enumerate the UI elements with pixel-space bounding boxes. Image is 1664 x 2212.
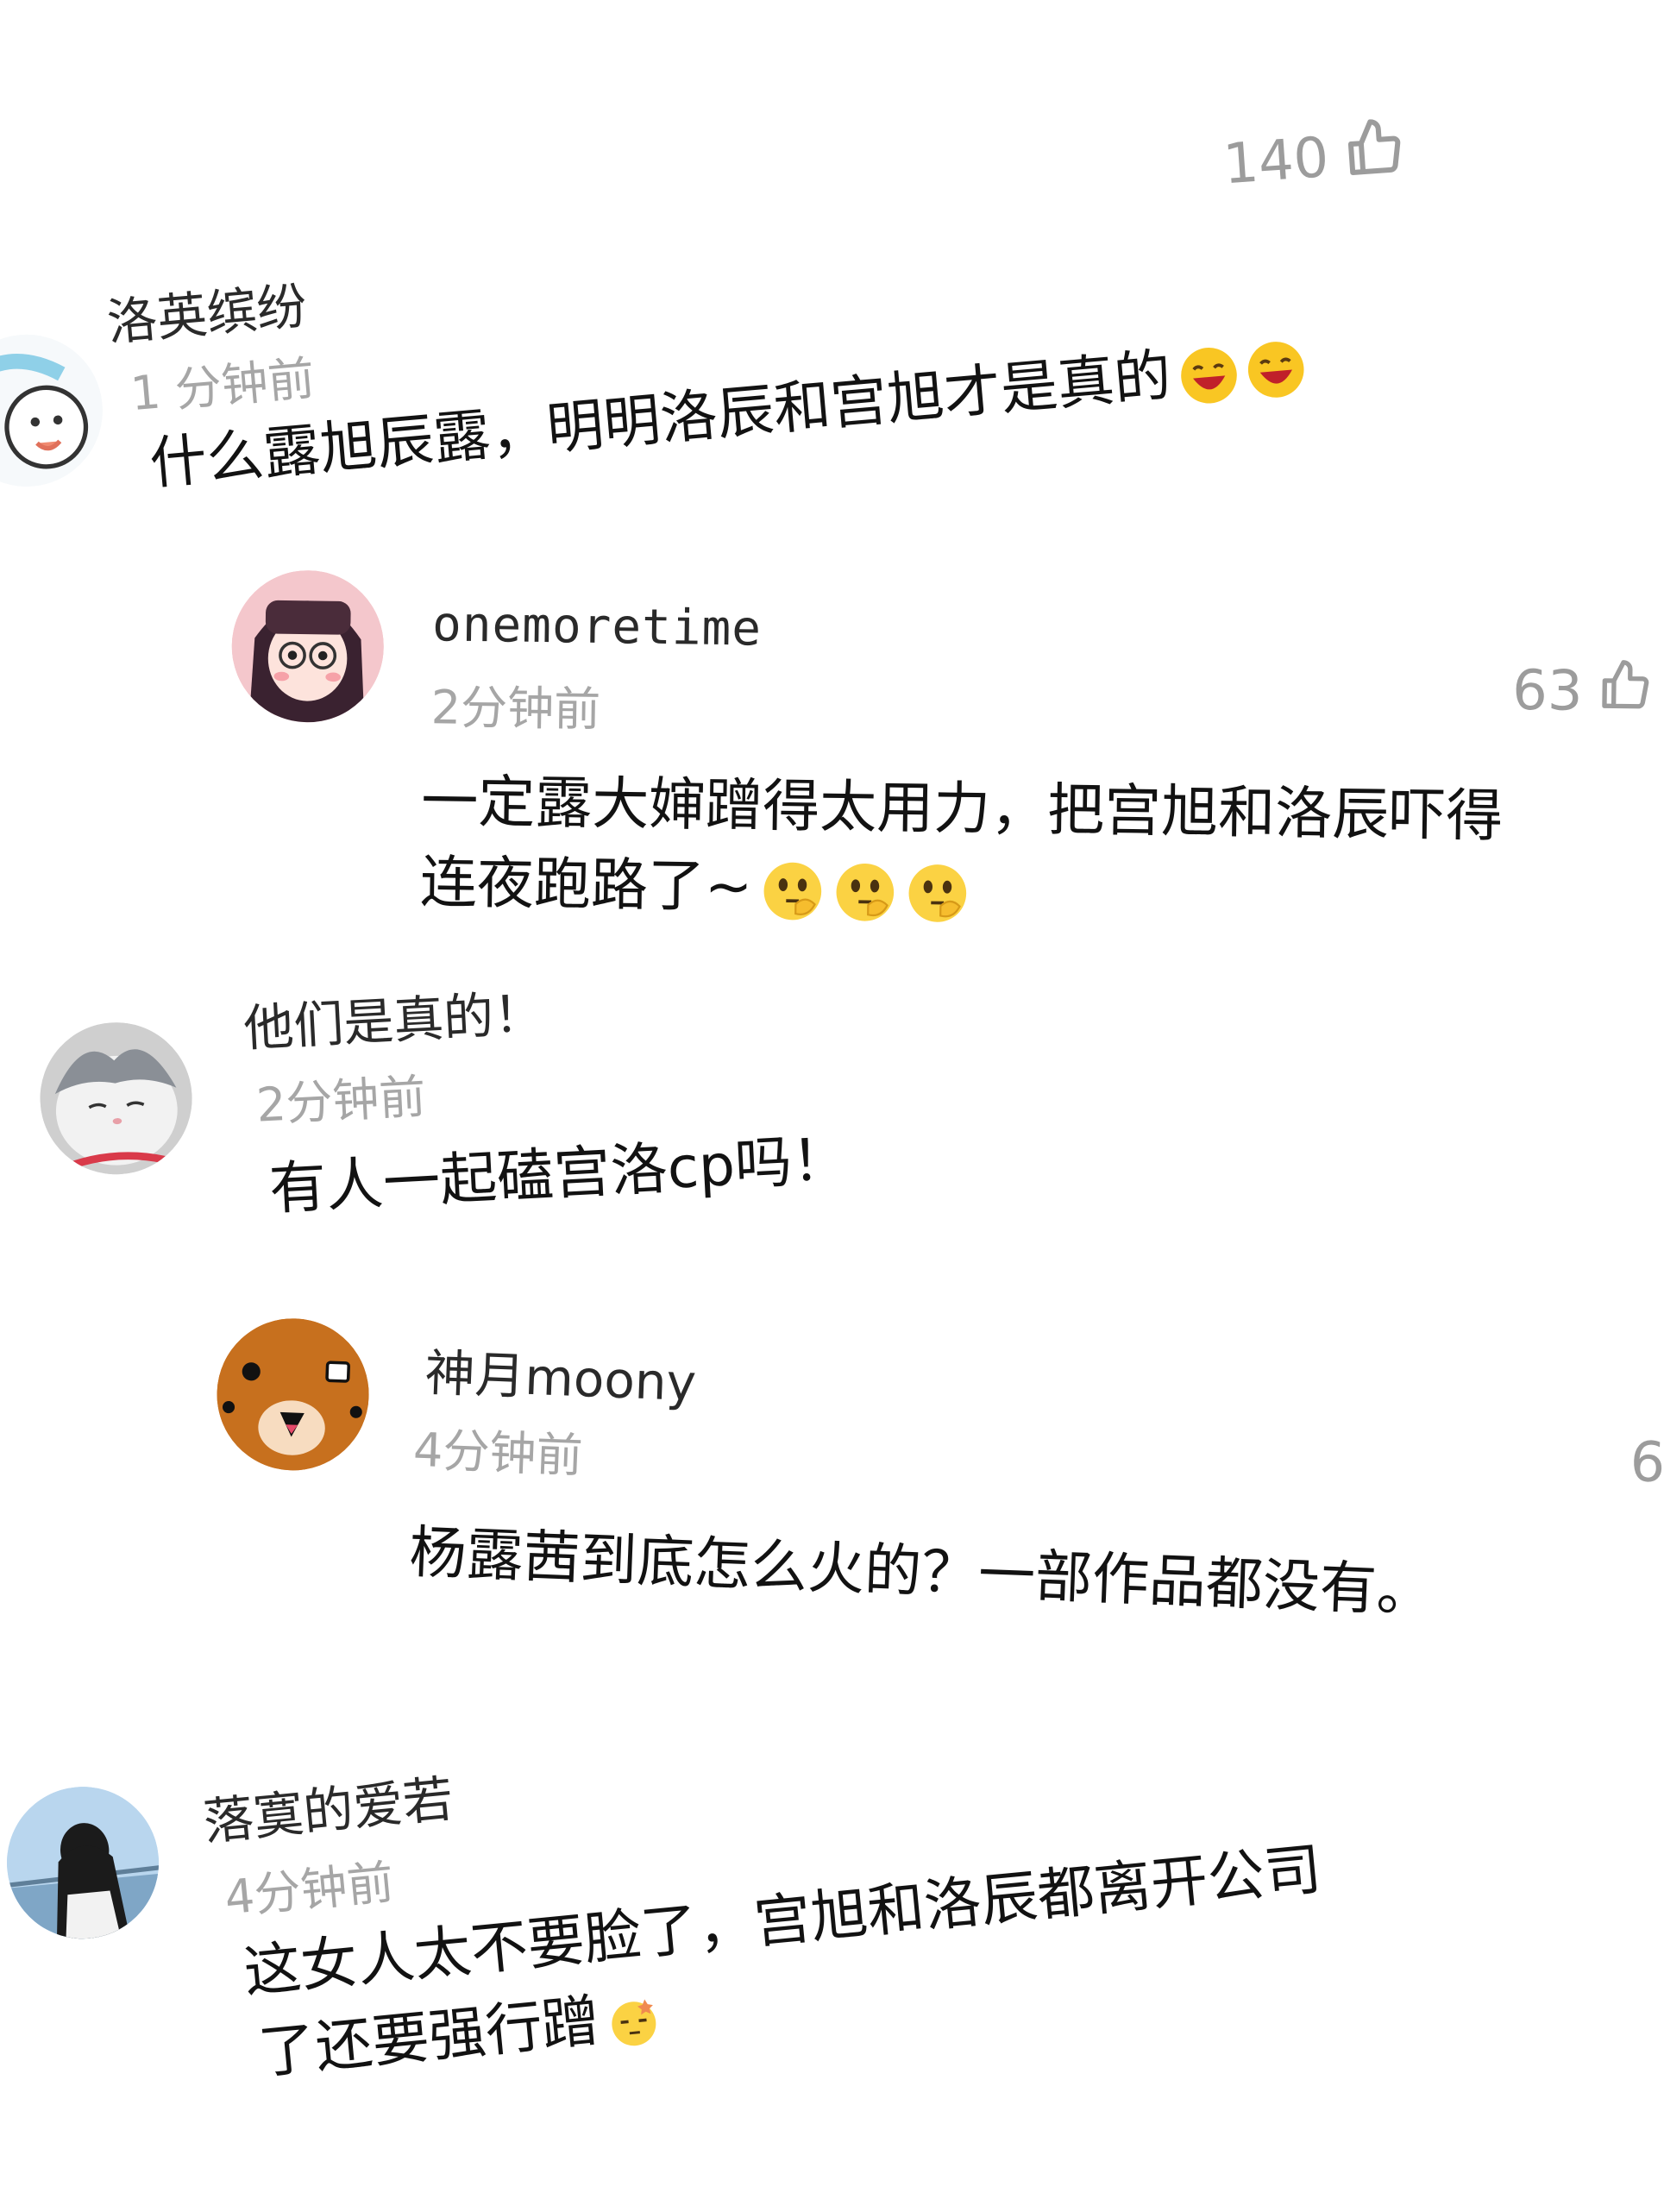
thinking-emoji-icon <box>833 860 898 925</box>
comment-text: 杨露茜到底怎么火的？一部作品都没有。 <box>408 1518 1435 1625</box>
comment-like-counter[interactable]: 63 <box>1512 657 1655 727</box>
comment-username[interactable]: 洛英缤纷 <box>104 265 309 355</box>
comment-timestamp: 4分钟前 <box>222 1854 397 1926</box>
dizzy-emoji-icon <box>606 1993 662 2049</box>
comment-card: 洛英缤纷 1 分钟前 什么露旭辰露，明明洛辰和宫旭才是真的 <box>0 140 1664 577</box>
comment-timestamp: 2分钟前 <box>430 680 601 737</box>
comment-username[interactable]: onemoretime <box>432 596 763 657</box>
avatar[interactable] <box>36 1018 197 1178</box>
thinking-emoji-icon <box>761 859 826 924</box>
comment-text-line: 连夜跑路了~ <box>419 841 970 932</box>
comment-timestamp: 4分钟前 <box>411 1422 584 1484</box>
laughing-emoji-icon <box>1177 343 1241 407</box>
avatar[interactable] <box>230 569 385 724</box>
avatar[interactable] <box>0 328 110 493</box>
comment-text: 有人一起磕宫洛cp吗！ <box>267 1125 851 1223</box>
comment-timestamp: 2分钟前 <box>254 1069 427 1133</box>
like-count: 6 <box>1629 1430 1664 1496</box>
avatar[interactable] <box>214 1316 372 1474</box>
comment-username[interactable]: 他们是真的！ <box>242 972 545 1060</box>
comment-like-counter[interactable]: 6 <box>1629 1430 1664 1496</box>
comment-text: 什么露旭辰露，明明洛辰和宫旭才是真的 <box>147 323 1309 506</box>
comment-username[interactable]: 落寞的爱若 <box>200 1758 456 1854</box>
comment-body: 连夜跑路了~ <box>419 849 753 921</box>
avatar[interactable] <box>0 1780 166 1946</box>
comment-text-line: 这女人太不要脸了，宫旭和洛辰都离开公司 <box>241 1835 1324 2006</box>
laughing-emoji-icon <box>1244 338 1308 402</box>
comment-card: 他们是真的！ 2分钟前 有人一起磕宫洛cp吗！ <box>35 924 1344 1319</box>
thinking-emoji-icon <box>906 861 970 926</box>
thumbs-up-icon <box>1598 657 1654 727</box>
comment-card: onemoretime 2分钟前 63 一定露大婶蹭得太用力，把宫旭和洛辰吓得 … <box>227 569 1656 1003</box>
comment-username[interactable]: 神月moony <box>424 1332 698 1415</box>
like-count: 63 <box>1511 658 1584 724</box>
